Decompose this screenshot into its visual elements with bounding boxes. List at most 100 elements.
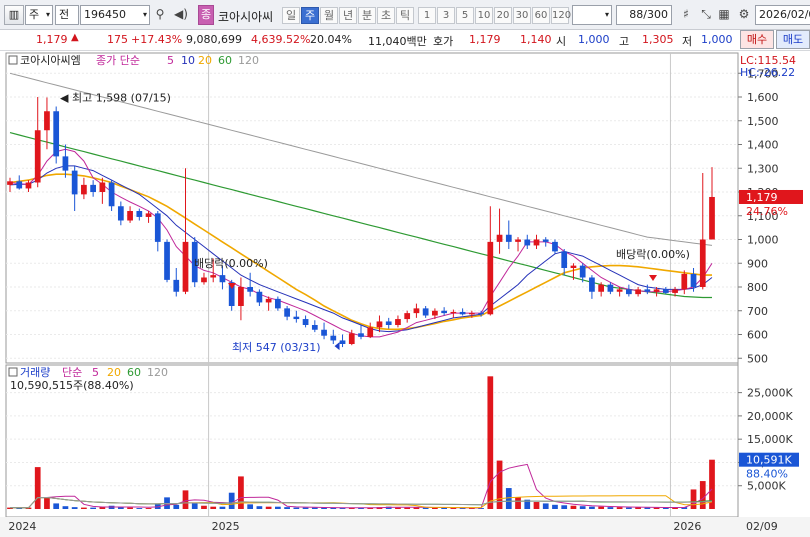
candle-body [25, 182, 32, 189]
period-tab[interactable]: 년 [339, 7, 357, 24]
interval-tab[interactable]: 20 [494, 7, 512, 24]
volume-bar [53, 503, 60, 509]
volume-bar [505, 488, 512, 509]
speaker-icon[interactable]: ◀) [170, 6, 192, 24]
candle-body [644, 289, 651, 292]
volume-bar [699, 481, 706, 509]
candle-body [616, 289, 623, 292]
volume-bar [598, 506, 605, 509]
interval-custom-input[interactable]: ▾ [572, 5, 612, 25]
last-price-pct: 24.76% [746, 205, 788, 218]
x-tick-label: 2026 [673, 520, 701, 533]
volume-bar [44, 497, 50, 509]
volume-tick-label: 20,000K [747, 410, 793, 423]
candle-body [367, 327, 374, 337]
price-change-pct: +17.43% [131, 33, 183, 46]
volume-legend-value: 10,590,515주(88.40%) [10, 379, 134, 392]
candle-body [681, 273, 688, 290]
bid-price: 1,140 [520, 33, 552, 46]
candle-body [376, 321, 383, 328]
candle-body [154, 213, 161, 242]
period-tab[interactable]: 월 [320, 7, 338, 24]
candle-body [459, 311, 466, 315]
interval-tab[interactable]: 10 [475, 7, 493, 24]
interval-tab[interactable]: 1 [418, 7, 436, 24]
candle-body [127, 211, 133, 221]
sell-button[interactable]: 매도 [776, 30, 810, 49]
stock-name: 코아시아씨 [218, 10, 274, 24]
period-tab[interactable]: 일 [282, 7, 300, 24]
stock-badge: 종 [198, 5, 214, 25]
period-type-select[interactable]: 주 ▾ [25, 5, 53, 25]
volume-bar [219, 506, 226, 509]
candle-body [44, 111, 50, 131]
price-legend-name: 코아시아씨엠 [20, 54, 81, 67]
candle-body [34, 130, 41, 183]
period-tab[interactable]: 주 [301, 7, 319, 24]
price-tick-label: 1,500 [747, 115, 779, 128]
candle-tool-icon[interactable]: ♯ [678, 6, 694, 24]
chart-area[interactable]: 1,7001,6001,5001,4001,3001,2001,1001,000… [0, 51, 810, 537]
candle-body [201, 277, 207, 283]
price-legend-ma: 60 [218, 54, 232, 67]
compare-icon[interactable]: ▦ [716, 6, 732, 24]
price-legend-ma: 120 [238, 54, 259, 67]
stock-code-input[interactable]: 196450 ▾ [80, 5, 150, 25]
volume-tick-label: 25,000K [747, 387, 793, 400]
candle-body [210, 275, 217, 278]
search-icon[interactable]: ⚲ [152, 6, 168, 24]
hc-label: HC:-26.22 [740, 66, 795, 79]
candle-body [672, 289, 678, 293]
interval-tab[interactable]: 5 [456, 7, 474, 24]
candle-body [358, 333, 364, 337]
last-price-label: 1,179 [746, 191, 778, 204]
volume-bar [210, 506, 217, 509]
x-tick-label: 2024 [8, 520, 36, 533]
data-count-input[interactable]: 88/300 [616, 5, 672, 25]
x-tick-label: 2025 [212, 520, 240, 533]
candle-body [690, 273, 697, 287]
candle-body [570, 265, 577, 268]
candle-body [468, 313, 475, 315]
period-tab[interactable]: 틱 [396, 7, 414, 24]
candle-body [238, 287, 244, 306]
volume-bar [533, 502, 540, 509]
chart-type-icon[interactable]: ▥ [4, 5, 24, 25]
interval-tab[interactable]: 3 [437, 7, 455, 24]
candle-body [339, 340, 346, 344]
period-type-value: 주 [29, 8, 40, 21]
volume-bar [145, 508, 152, 509]
up-arrow-icon: ▲ [71, 32, 79, 43]
period-tab[interactable]: 분 [358, 7, 376, 24]
market-value: 전 [59, 8, 70, 21]
period-tab[interactable]: 초 [377, 7, 395, 24]
volume-bar [238, 476, 244, 509]
price-tick-label: 1,600 [747, 91, 779, 104]
candle-body [173, 279, 180, 292]
interval-tab[interactable]: 30 [513, 7, 531, 24]
volume-bar [579, 506, 586, 509]
last-volume-pct: 88.40% [746, 468, 788, 481]
price-legend-ma: 5 [167, 54, 174, 67]
date-value: 2026/02/0 [759, 8, 810, 21]
candle-body [533, 239, 540, 246]
candle-body [598, 284, 605, 292]
market-select[interactable]: 전 [55, 5, 79, 25]
drawing-tool-icon[interactable]: ⤡ [698, 6, 714, 24]
buy-button[interactable]: 매수 [740, 30, 774, 49]
candle-body [422, 308, 429, 316]
date-input[interactable]: 2026/02/0 [755, 5, 810, 25]
candle-body [275, 298, 281, 309]
volume-tick-label: 15,000K [747, 433, 793, 446]
candle-body [284, 308, 290, 317]
volume-legend-ma: 5 [92, 366, 99, 379]
interval-tab[interactable]: 60 [532, 7, 550, 24]
candle-body [385, 321, 392, 325]
interval-tab[interactable]: 120 [551, 7, 571, 24]
volume-bar [302, 507, 309, 509]
gear-icon[interactable]: ⚙ [736, 6, 752, 24]
candle-body [515, 239, 521, 242]
volume-bar [515, 497, 521, 509]
candle-body [53, 111, 60, 157]
candle-body [247, 287, 254, 292]
